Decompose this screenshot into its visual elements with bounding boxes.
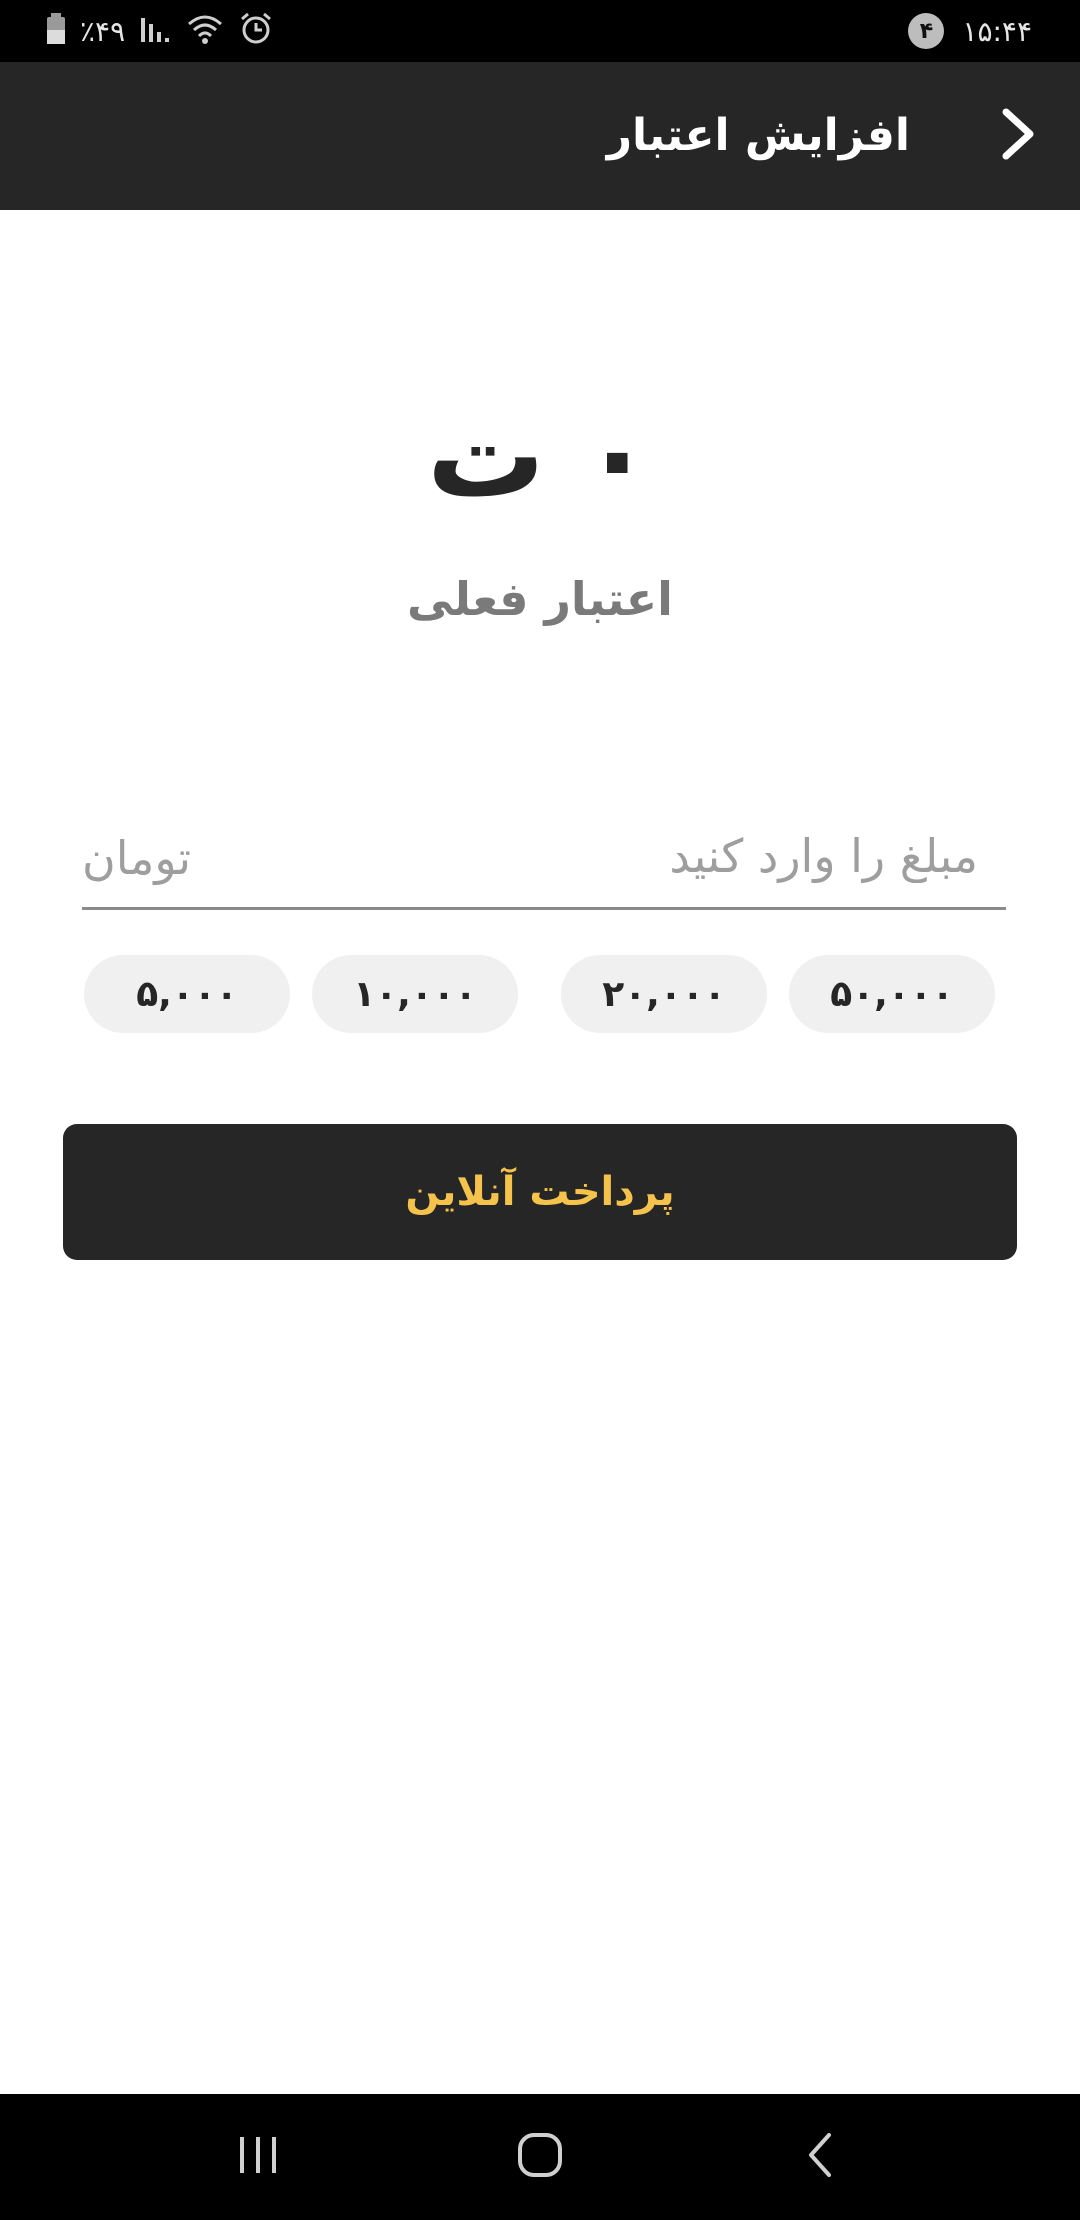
currency-unit-label: تومان: [82, 831, 192, 885]
chevron-right-icon: [998, 106, 1038, 166]
quick-amount-5000[interactable]: ۵,۰۰۰: [84, 955, 290, 1033]
current-balance: ۰ ت: [0, 385, 1080, 525]
status-time: ۱۵:۴۴: [962, 14, 1032, 48]
battery-percent: ٪۴۹: [80, 14, 126, 48]
status-right: ۴ ۱۵:۴۴: [908, 10, 1032, 52]
app-toolbar: افزایش اعتبار: [0, 62, 1080, 210]
page-title: افزایش اعتبار: [606, 110, 910, 161]
online-payment-button[interactable]: پرداخت آنلاین: [63, 1124, 1017, 1260]
battery-icon: [46, 13, 66, 49]
status-bar: ٪۴۹ ۴ ۱۵:۴۴: [0, 0, 1080, 62]
signal-icon: [139, 14, 171, 48]
balance-currency: ت: [426, 386, 546, 524]
amount-input[interactable]: [336, 815, 980, 897]
recent-apps-button[interactable]: [218, 2122, 298, 2192]
status-icons: ٪۴۹: [46, 10, 273, 52]
recent-apps-icon: [236, 2133, 280, 2181]
notification-badge: ۴: [908, 13, 945, 49]
quick-amount-50000[interactable]: ۵۰,۰۰۰: [789, 955, 995, 1033]
home-button[interactable]: [500, 2122, 580, 2192]
quick-amount-10000[interactable]: ۱۰,۰۰۰: [312, 955, 518, 1033]
quick-amount-20000[interactable]: ۲۰,۰۰۰: [561, 955, 767, 1033]
chevron-left-icon: [805, 2131, 835, 2183]
home-icon: [516, 2131, 564, 2183]
online-payment-label: پرداخت آنلاین: [405, 1169, 675, 1215]
system-navigation-bar: [0, 2094, 1080, 2220]
back-button[interactable]: [986, 104, 1050, 168]
wifi-icon: [185, 13, 225, 49]
back-nav-button[interactable]: [780, 2122, 860, 2192]
balance-caption: اعتبار فعلی: [407, 572, 673, 626]
amount-field: تومان: [82, 815, 1006, 910]
alarm-icon: [239, 12, 273, 49]
balance-amount: ۰: [581, 386, 654, 524]
